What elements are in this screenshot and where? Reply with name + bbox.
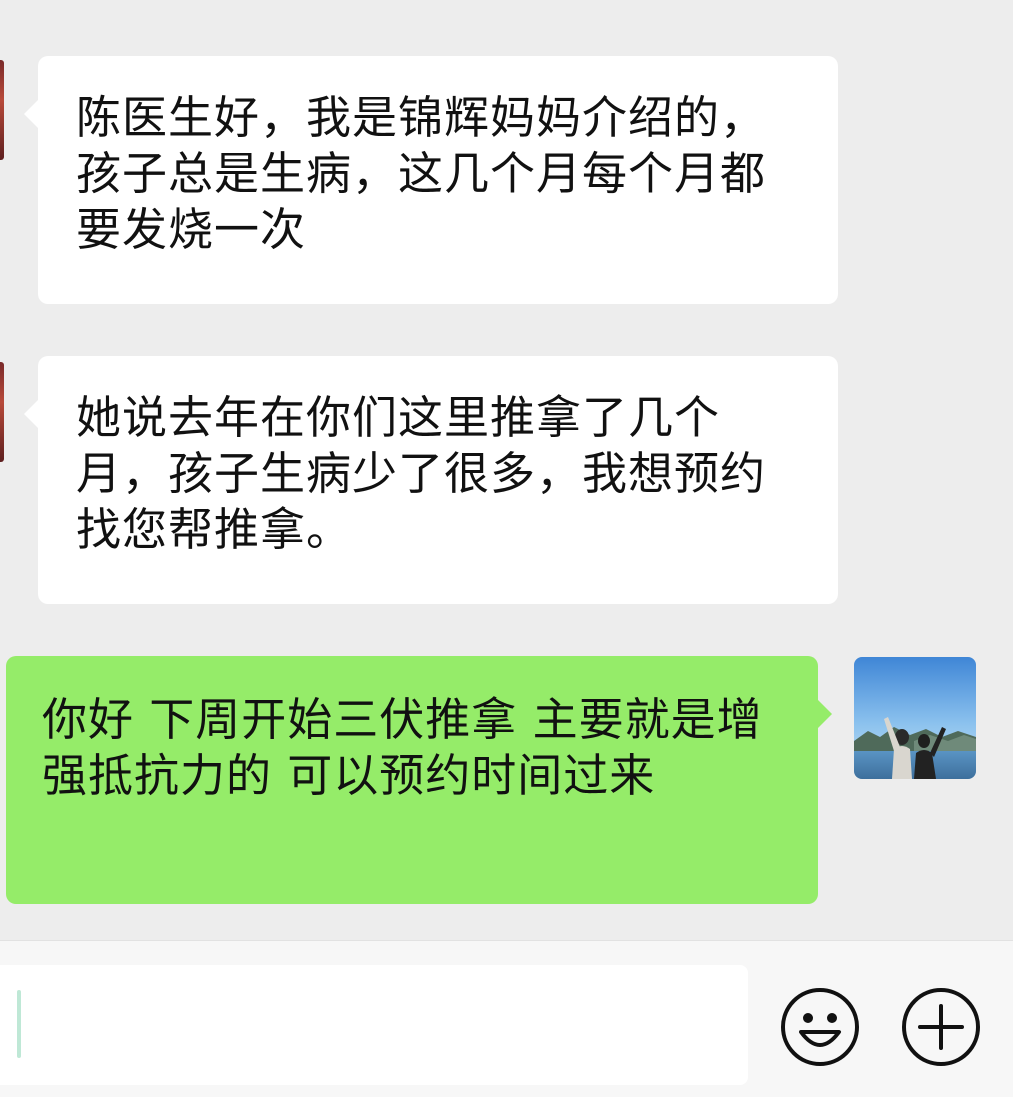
plus-circle-icon xyxy=(902,988,980,1066)
message-text: 她说去年在你们这里推拿了几个月，孩子生病少了很多，我想预约找您帮推拿。 xyxy=(76,391,767,556)
message-text: 你好 下周开始三伏推拿 主要就是增强抵抗力的 可以预约时间过来 xyxy=(42,693,763,802)
chat-message-list: 陈医生好，我是锦辉妈妈介绍的，孩子总是生病，这几个月每个月都要发烧一次 她说去年… xyxy=(0,0,1013,940)
emoji-button[interactable] xyxy=(779,986,861,1068)
contact-avatar-edge[interactable] xyxy=(0,60,4,160)
bubble-tail xyxy=(24,400,38,428)
bubble-tail xyxy=(818,700,832,728)
user-avatar[interactable] xyxy=(854,657,976,779)
message-bubble-incoming[interactable]: 陈医生好，我是锦辉妈妈介绍的，孩子总是生病，这几个月每个月都要发烧一次 xyxy=(24,56,838,304)
user-avatar-photo-icon xyxy=(854,657,976,779)
message-input[interactable] xyxy=(0,965,748,1085)
chat-input-bar xyxy=(0,940,1013,1097)
message-text: 陈医生好，我是锦辉妈妈介绍的，孩子总是生病，这几个月每个月都要发烧一次 xyxy=(76,91,767,256)
bubble-tail xyxy=(24,100,38,128)
message-bubble-incoming[interactable]: 她说去年在你们这里推拿了几个月，孩子生病少了很多，我想预约找您帮推拿。 xyxy=(24,356,838,604)
smiley-face-icon xyxy=(781,988,859,1066)
text-caret xyxy=(17,990,21,1058)
more-options-button[interactable] xyxy=(900,986,982,1068)
contact-avatar-edge[interactable] xyxy=(0,362,4,462)
message-bubble-outgoing[interactable]: 你好 下周开始三伏推拿 主要就是增强抵抗力的 可以预约时间过来 xyxy=(6,656,832,904)
